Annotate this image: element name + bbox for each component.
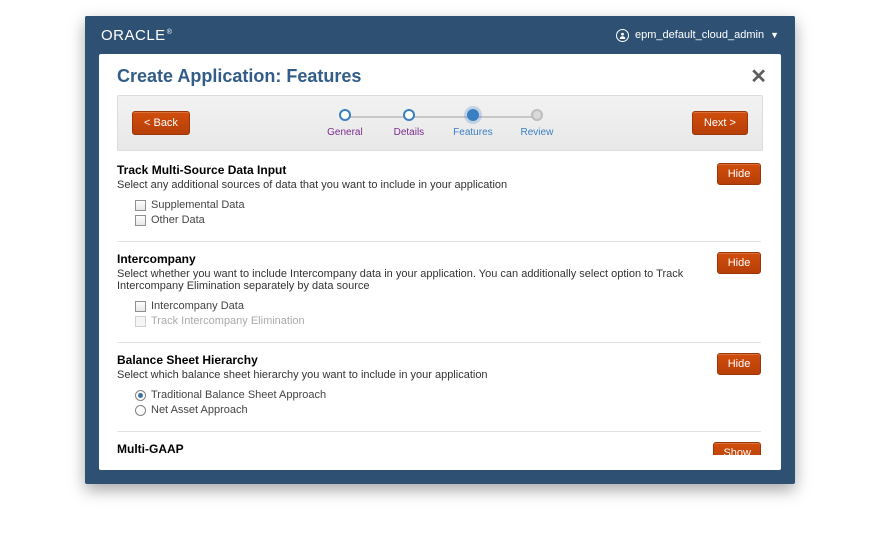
wizard-bar: < Back General Details Features <box>117 95 763 151</box>
step-circle-icon <box>339 109 351 121</box>
step-label: General <box>327 127 363 138</box>
section-track-multisource: Track Multi-Source Data Input Select any… <box>117 161 761 241</box>
radio-icon <box>135 390 146 401</box>
oracle-logo: ORACLE® <box>101 27 172 44</box>
radio-icon <box>135 405 146 416</box>
title-prefix: Create Application: <box>117 66 281 86</box>
step-features[interactable]: Features <box>441 109 505 138</box>
checkbox-icon <box>135 200 146 211</box>
logo-mark: ® <box>167 29 173 36</box>
step-label: Review <box>521 127 554 138</box>
section-multi-gaap: Multi-GAAP Select whether you want to in… <box>117 431 761 455</box>
title-suffix: Features <box>286 66 361 86</box>
hide-button[interactable]: Hide <box>717 252 761 274</box>
radio-traditional-approach[interactable]: Traditional Balance Sheet Approach <box>135 389 761 401</box>
chevron-down-icon: ▼ <box>770 30 779 40</box>
checkbox-track-elimination: Track Intercompany Elimination <box>135 315 761 327</box>
section-intercompany: Intercompany Select whether you want to … <box>117 241 761 342</box>
section-desc: Select any additional sources of data th… <box>117 179 507 191</box>
page-title: Create Application: Features <box>99 54 781 95</box>
close-icon[interactable]: ✕ <box>750 64 767 89</box>
section-title: Intercompany <box>117 252 707 266</box>
option-label: Net Asset Approach <box>151 404 248 416</box>
header-bar: ORACLE® epm_default_cloud_admin ▼ <box>85 16 795 54</box>
username-label: epm_default_cloud_admin <box>635 29 764 41</box>
section-desc: Select which balance sheet hierarchy you… <box>117 369 488 381</box>
features-scroll[interactable]: Track Multi-Source Data Input Select any… <box>117 161 773 455</box>
logo-text: ORACLE <box>101 27 166 44</box>
checkbox-other-data[interactable]: Other Data <box>135 214 761 226</box>
main-panel: ✕ Create Application: Features < Back Ge… <box>99 54 781 470</box>
radio-net-asset-approach[interactable]: Net Asset Approach <box>135 404 761 416</box>
back-button[interactable]: < Back <box>132 111 190 135</box>
option-label: Track Intercompany Elimination <box>151 315 305 327</box>
option-label: Intercompany Data <box>151 300 244 312</box>
wizard-steps: General Details Features Review <box>313 109 569 138</box>
section-balance-sheet: Balance Sheet Hierarchy Select which bal… <box>117 342 761 431</box>
checkbox-icon <box>135 301 146 312</box>
option-label: Other Data <box>151 214 205 226</box>
step-circle-icon <box>531 109 543 121</box>
section-title: Track Multi-Source Data Input <box>117 163 507 177</box>
next-button[interactable]: Next > <box>692 111 748 135</box>
hide-button[interactable]: Hide <box>717 353 761 375</box>
option-label: Supplemental Data <box>151 199 245 211</box>
step-review[interactable]: Review <box>505 109 569 138</box>
checkbox-intercompany-data[interactable]: Intercompany Data <box>135 300 761 312</box>
section-title: Multi-GAAP <box>117 442 677 455</box>
show-button[interactable]: Show <box>713 442 761 455</box>
checkbox-icon <box>135 215 146 226</box>
step-label: Details <box>394 127 425 138</box>
app-window: ORACLE® epm_default_cloud_admin ▼ ✕ Crea… <box>85 16 795 484</box>
option-label: Traditional Balance Sheet Approach <box>151 389 326 401</box>
option-list: Supplemental Data Other Data <box>135 199 761 226</box>
option-list: Traditional Balance Sheet Approach Net A… <box>135 389 761 416</box>
user-icon <box>616 29 629 42</box>
section-title: Balance Sheet Hierarchy <box>117 353 488 367</box>
step-circle-icon <box>403 109 415 121</box>
user-menu[interactable]: epm_default_cloud_admin ▼ <box>616 29 779 42</box>
step-general[interactable]: General <box>313 109 377 138</box>
checkbox-supplemental-data[interactable]: Supplemental Data <box>135 199 761 211</box>
hide-button[interactable]: Hide <box>717 163 761 185</box>
checkbox-icon <box>135 316 146 327</box>
step-details[interactable]: Details <box>377 109 441 138</box>
step-label: Features <box>453 127 492 138</box>
option-list: Intercompany Data Track Intercompany Eli… <box>135 300 761 327</box>
step-circle-icon <box>467 109 479 121</box>
section-desc: Select whether you want to include Inter… <box>117 268 707 292</box>
